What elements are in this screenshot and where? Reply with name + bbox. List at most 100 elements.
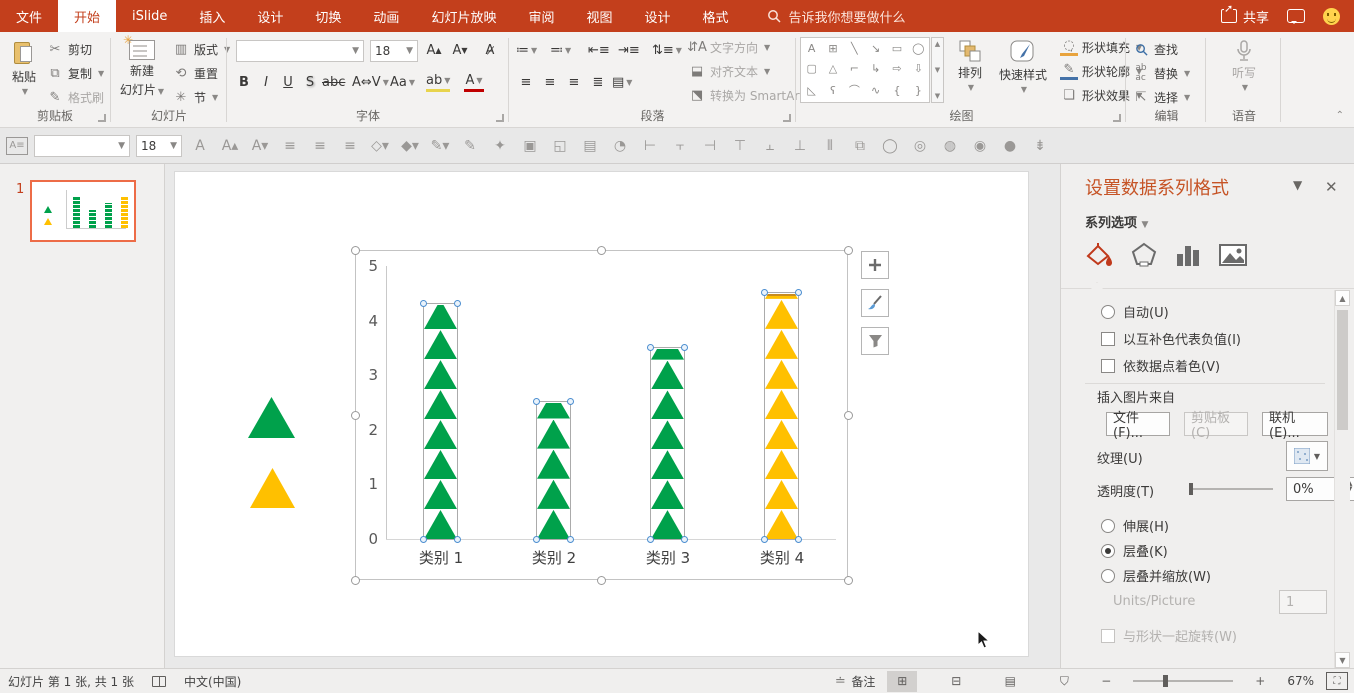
chart-resize-handle[interactable] (844, 576, 853, 585)
quick-styles-button[interactable]: 快速样式▼ (994, 36, 1052, 94)
align-left-icon[interactable]: ≡ (278, 134, 302, 158)
tab-幻灯片放映[interactable]: 幻灯片放映 (415, 0, 512, 32)
select-button[interactable]: ⇱选择▼ (1132, 88, 1190, 106)
arrow-line-shape-icon[interactable]: ↘ (865, 38, 886, 58)
reading-view-button[interactable]: ▤ (995, 671, 1025, 692)
selection-pane-icon[interactable]: ▤ (578, 134, 602, 158)
file-button[interactable]: 文件(F)... (1106, 412, 1170, 436)
copy-button[interactable]: ⧉复制▼ (46, 64, 104, 82)
objects-align-left-icon[interactable]: ⊢ (638, 134, 662, 158)
shadow-button[interactable]: S (300, 72, 320, 92)
zoom-in-button[interactable]: + (1245, 671, 1275, 692)
clipboard-button[interactable]: 剪贴板(C) (1184, 412, 1248, 436)
normal-view-button[interactable]: ⊞ (887, 671, 917, 692)
pictograph-bar-4[interactable] (765, 293, 798, 539)
chart-resize-handle[interactable] (597, 576, 606, 585)
bar-selection-handle[interactable] (567, 536, 574, 543)
vertical-textbox-shape-icon[interactable]: ⊞ (822, 38, 843, 58)
rounded-rectangle-shape-icon[interactable]: ▢ (801, 58, 822, 78)
curve-shape-icon[interactable]: ∿ (865, 79, 886, 102)
font-dialog-launcher[interactable] (496, 114, 504, 122)
bar-selection-handle[interactable] (454, 300, 461, 307)
bullets-button[interactable]: ≔▼ (516, 40, 537, 60)
bar-selection-handle[interactable] (795, 289, 802, 296)
feedback-smiley-icon[interactable] (1323, 8, 1340, 25)
fit-to-window-button[interactable]: ⛶ (1326, 672, 1348, 690)
columns-button[interactable]: ▤▼ (612, 72, 632, 92)
tab-设计[interactable]: 设计 (628, 0, 686, 32)
stack-scale-option[interactable]: 层叠并缩放(W) (1101, 566, 1211, 585)
bar-selection-handle[interactable] (533, 536, 540, 543)
toolbar-font-name-combo[interactable]: ▼ (34, 135, 130, 157)
slide-sorter-view-button[interactable]: ⊟ (941, 671, 971, 692)
freeform-shape-icon[interactable]: ◺ (801, 79, 822, 102)
align-right-icon[interactable]: ≡ (338, 134, 362, 158)
tab-iSlide[interactable]: iSlide (116, 0, 183, 32)
text-highlight-button[interactable]: ab▼ (426, 72, 450, 92)
more-commands-icon[interactable]: ⇟ (1028, 134, 1052, 158)
bring-forward-icon[interactable]: ▣ (518, 134, 542, 158)
triangle-shape-icon[interactable]: △ (822, 58, 843, 78)
font-color-icon[interactable]: A (188, 134, 212, 158)
comments-icon[interactable] (1287, 9, 1305, 23)
align-right-button[interactable]: ≡ (564, 72, 584, 92)
slideshow-view-button[interactable]: ⛉ (1049, 671, 1079, 692)
toolbar-font-size-combo[interactable]: 18▼ (136, 135, 182, 157)
strikethrough-button[interactable]: abc (322, 72, 345, 92)
text-direction-button[interactable]: ⇵A文字方向▼ (688, 38, 770, 56)
chart-resize-handle[interactable] (351, 411, 360, 420)
right-arrow-shape-icon[interactable]: ⇨ (886, 58, 907, 78)
zoom-slider[interactable] (1133, 680, 1233, 682)
bar-selection-handle[interactable] (761, 536, 768, 543)
slide-thumbnail[interactable] (30, 180, 136, 242)
align-center-icon[interactable]: ≡ (308, 134, 332, 158)
online-button[interactable]: 联机(E)... (1262, 412, 1328, 436)
bar-selection-handle[interactable] (681, 536, 688, 543)
scroll-down-arrow[interactable]: ▼ (1335, 652, 1350, 668)
zoom-percentage[interactable]: 67% (1287, 674, 1314, 688)
pane-close-button[interactable]: ✕ (1325, 178, 1338, 196)
new-slide-button[interactable]: 新建 幻灯片▼ (116, 36, 168, 98)
objects-align-bottom-icon[interactable]: ⊥ (788, 134, 812, 158)
tab-格式[interactable]: 格式 (687, 0, 745, 32)
arrange-button[interactable]: 排列▼ (950, 36, 990, 92)
font-size-combo[interactable]: 18▼ (370, 40, 418, 62)
paste-button[interactable]: 粘贴▼ (6, 36, 42, 96)
chart-object[interactable]: 012345类别 1类别 2类别 3类别 4 (355, 250, 848, 580)
spellcheck-icon[interactable] (152, 676, 166, 687)
objects-align-center-icon[interactable]: ⫟ (668, 134, 692, 158)
dictate-button[interactable]: 听写▼ (1222, 36, 1266, 92)
chart-resize-handle[interactable] (351, 576, 360, 585)
bar-selection-handle[interactable] (420, 300, 427, 307)
bar-selection-handle[interactable] (420, 536, 427, 543)
bar-selection-handle[interactable] (647, 344, 654, 351)
pane-scrollbar[interactable]: ▲ ▼ (1334, 290, 1350, 668)
scribble-shape-icon[interactable]: ʕ (822, 79, 843, 102)
format-painter-icon[interactable]: ✎ (458, 134, 482, 158)
scroll-up-arrow[interactable]: ▲ (1335, 290, 1350, 306)
tab-文件[interactable]: 文件 (0, 0, 58, 32)
clipboard-dialog-launcher[interactable] (98, 114, 106, 122)
zoom-slider-thumb[interactable] (1163, 675, 1168, 687)
chart-resize-handle[interactable] (844, 246, 853, 255)
bar-selection-handle[interactable] (761, 289, 768, 296)
collapse-ribbon-button[interactable]: ⌃ (1336, 110, 1344, 121)
textbox-shape-icon[interactable]: A (801, 38, 822, 58)
align-left-button[interactable]: ≡ (516, 72, 536, 92)
format-painter-button[interactable]: ✎格式刷 (46, 88, 104, 106)
vary-colors-option[interactable]: 依数据点着色(V) (1101, 356, 1220, 375)
tab-视图[interactable]: 视图 (570, 0, 628, 32)
tab-fill-line-icon[interactable] (1085, 242, 1113, 268)
language-status[interactable]: 中文(中国) (184, 673, 241, 690)
increase-font-button[interactable]: A▲ (424, 40, 444, 60)
font-color-button[interactable]: A▼ (464, 72, 484, 92)
pane-options-dropdown[interactable]: ▼ (1293, 178, 1302, 192)
drawing-dialog-launcher[interactable] (1113, 114, 1121, 122)
bar-selection-handle[interactable] (647, 536, 654, 543)
merge-subtract-icon[interactable]: ● (998, 134, 1022, 158)
objects-align-top-icon[interactable]: ⊤ (728, 134, 752, 158)
bar-selection-handle[interactable] (454, 536, 461, 543)
tab-开始[interactable]: 开始 (58, 0, 116, 32)
numbering-button[interactable]: ≕▼ (550, 40, 571, 60)
bar-selection-handle[interactable] (533, 398, 540, 405)
